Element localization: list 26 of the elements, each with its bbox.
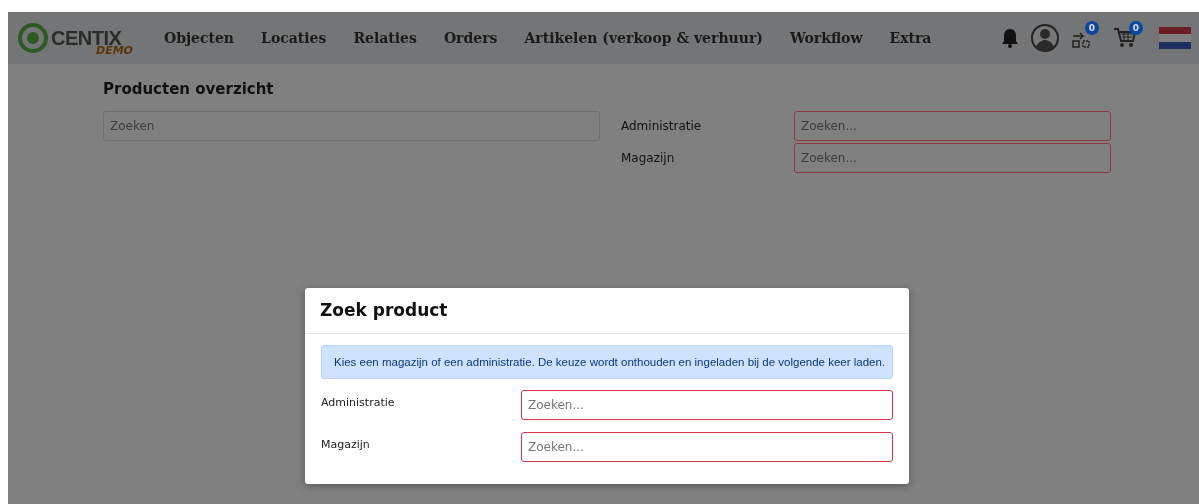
field-label: Magazijn [621, 150, 676, 165]
user-avatar-icon[interactable] [1031, 24, 1059, 52]
field-label: Administratie [621, 118, 703, 133]
nav-link[interactable]: Relaties [353, 30, 417, 46]
nav-link[interactable]: Workflow [789, 30, 863, 46]
count-badge: 0 [1129, 21, 1143, 35]
info-alert: Kies een magazijn of een administratie. De keuze wordt onthouden en ingeladen bij de volgende keer laden. [321, 345, 893, 379]
nav-link[interactable]: Orders [443, 30, 498, 46]
page-title: Producten overzicht [103, 80, 275, 98]
search-field[interactable]: Zoeken... [794, 143, 1111, 173]
search-field[interactable]: Zoeken... [521, 390, 893, 420]
bell-icon[interactable] [1001, 28, 1019, 48]
nav-link[interactable]: Extra [889, 30, 932, 46]
flag-icon[interactable] [1159, 27, 1191, 49]
search-field[interactable]: Zoeken [103, 111, 600, 141]
nav-link[interactable]: Locaties [261, 30, 327, 46]
search-field[interactable]: Zoeken... [794, 111, 1111, 141]
modal-title: Zoek product [305, 288, 909, 334]
field-label: Magazijn [321, 437, 371, 451]
logo-tagline: DEMO [96, 44, 133, 57]
search-field[interactable]: Zoeken... [521, 432, 893, 462]
logo-icon [18, 23, 48, 53]
field-label: Administratie [321, 395, 396, 409]
nav-link[interactable]: Artikelen (verkoop & verhuur) [524, 30, 763, 46]
count-badge: 0 [1085, 21, 1099, 35]
nav-link[interactable]: Objecten [164, 30, 235, 46]
